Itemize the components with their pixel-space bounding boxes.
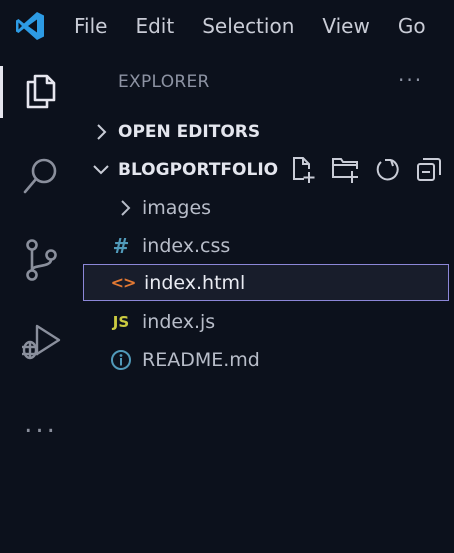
js-file-icon-glyph: JS bbox=[112, 313, 130, 331]
new-file-icon[interactable] bbox=[288, 155, 318, 185]
menu-selection[interactable]: Selection bbox=[202, 14, 294, 38]
collapse-all-icon[interactable] bbox=[414, 155, 444, 185]
title-bar: File Edit Selection View Go R bbox=[0, 0, 454, 52]
refresh-icon[interactable] bbox=[372, 155, 402, 185]
menu-bar: File Edit Selection View Go R bbox=[60, 0, 454, 52]
menu-view[interactable]: View bbox=[322, 14, 369, 38]
info-file-icon bbox=[108, 341, 134, 379]
chevron-right-icon bbox=[97, 124, 107, 140]
activity-source-control[interactable] bbox=[0, 228, 82, 292]
more-icon: ... bbox=[24, 409, 58, 439]
js-file-icon: JS bbox=[108, 303, 134, 341]
folder-label: BLOGPORTFOLIO bbox=[118, 160, 279, 180]
tree-item-index-css[interactable]: # index.css bbox=[82, 227, 454, 265]
menu-edit[interactable]: Edit bbox=[135, 14, 174, 38]
html-file-icon: <> bbox=[110, 265, 137, 300]
explorer-title: EXPLORER bbox=[118, 72, 210, 92]
search-icon bbox=[23, 158, 57, 194]
run-debug-icon bbox=[22, 324, 61, 360]
new-folder-icon[interactable] bbox=[330, 155, 360, 185]
tree-item-index-html[interactable]: <> index.html bbox=[83, 264, 449, 301]
chevron-right-icon bbox=[121, 200, 131, 216]
tree-item-label: index.css bbox=[142, 235, 231, 257]
tree-item-images[interactable]: images bbox=[82, 189, 454, 227]
tree-item-label: README.md bbox=[142, 349, 260, 371]
open-editors-section[interactable]: OPEN EDITORS bbox=[82, 113, 454, 151]
open-editors-label: OPEN EDITORS bbox=[118, 122, 261, 142]
activity-bar: ... bbox=[0, 52, 82, 553]
chevron-down-icon bbox=[93, 165, 109, 175]
explorer-more-actions[interactable]: ··· bbox=[398, 68, 423, 92]
menu-file[interactable]: File bbox=[74, 14, 107, 38]
vscode-logo-icon[interactable] bbox=[14, 10, 46, 42]
menu-go[interactable]: Go bbox=[398, 14, 426, 38]
activity-run-debug[interactable] bbox=[0, 310, 82, 374]
source-control-icon bbox=[26, 239, 57, 281]
folder-section-blogportfolio[interactable]: BLOGPORTFOLIO bbox=[82, 151, 454, 189]
info-icon bbox=[111, 350, 131, 370]
tree-item-label: index.js bbox=[142, 311, 216, 333]
tree-item-index-js[interactable]: JS index.js bbox=[82, 303, 454, 341]
activity-more[interactable]: ... bbox=[0, 392, 82, 456]
html-file-icon-glyph: <> bbox=[110, 273, 137, 292]
activity-explorer[interactable] bbox=[0, 60, 82, 124]
files-icon bbox=[26, 74, 56, 109]
tree-item-readme-md[interactable]: README.md bbox=[82, 341, 454, 379]
tree-item-label: images bbox=[142, 197, 212, 219]
css-file-icon-glyph: # bbox=[112, 234, 130, 258]
activity-search[interactable] bbox=[0, 144, 82, 208]
explorer-sidebar: EXPLORER ··· OPEN EDITORS BLOGPORTFOLIO bbox=[82, 52, 454, 553]
tree-item-label: index.html bbox=[144, 271, 246, 294]
explorer-toolbar bbox=[288, 153, 444, 187]
css-file-icon: # bbox=[108, 227, 134, 265]
